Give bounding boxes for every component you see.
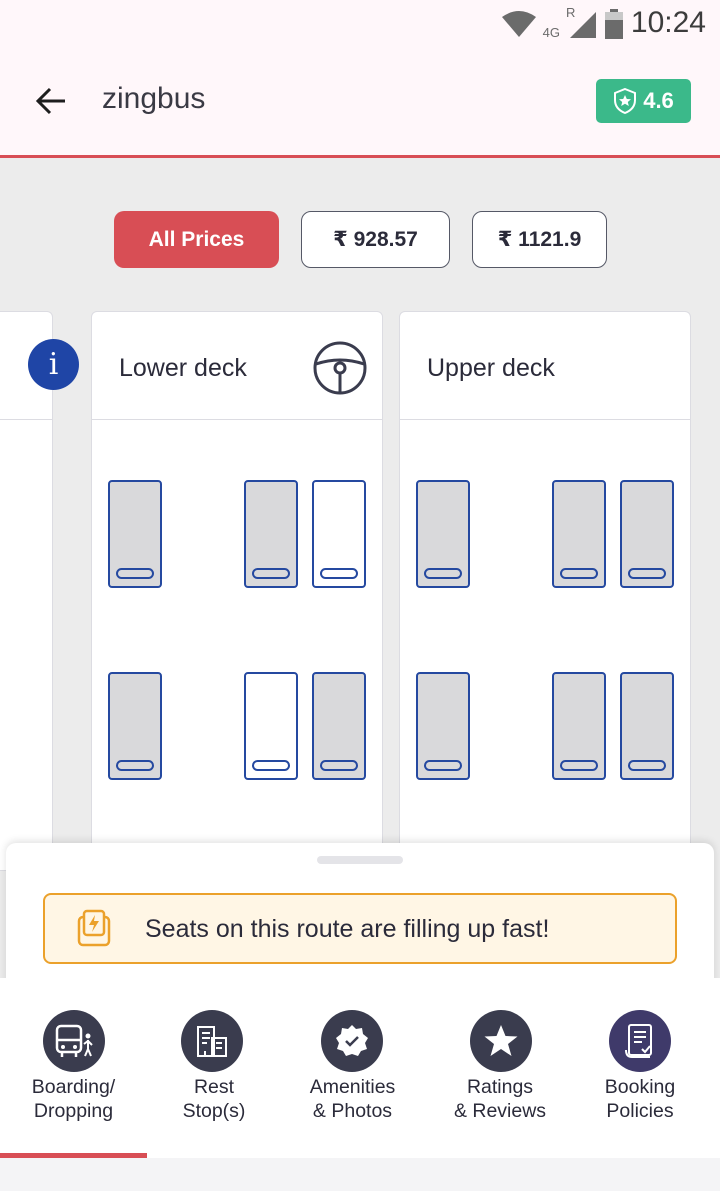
tab-ratings-label: Ratings & Reviews [453,1076,547,1122]
legend-panel [0,311,53,871]
flash-alert-icon [77,909,111,947]
berth-pillow [424,760,462,771]
badge-check-icon [321,1010,383,1072]
lower-berth-booked[interactable] [108,672,162,780]
battery-icon [605,9,623,39]
upper-berth-booked[interactable] [552,672,606,780]
lower-deck: Lower deck [91,311,383,871]
upper-deck-title: Upper deck [427,354,555,382]
berth-pillow [252,568,290,579]
lower-berth-available[interactable] [312,480,366,588]
tab-boarding-dropping[interactable]: Boarding/ Dropping [0,978,147,1158]
screen-bottom [0,1158,720,1191]
berth-pillow [628,760,666,771]
lower-berth-available[interactable] [244,672,298,780]
lower-berth-booked[interactable] [312,672,366,780]
star-icon [470,1010,532,1072]
sheet-drag-handle[interactable] [317,856,403,864]
info-tabs: Boarding/ Dropping Rest Stop(s) Amenitie… [0,978,720,1158]
clock: 10:24 [630,6,706,39]
berth-pillow [560,760,598,771]
upper-berth-booked[interactable] [620,480,674,588]
berth-pillow [116,760,154,771]
lower-berth-booked[interactable] [244,480,298,588]
tab-ratings-reviews[interactable]: Ratings & Reviews [424,978,576,1158]
policy-document-icon [609,1010,671,1072]
berth-pillow [628,568,666,579]
tab-booking-policies[interactable]: Booking Policies [576,978,704,1158]
lower-deck-title: Lower deck [119,354,247,382]
tab-boarding-label: Boarding/ Dropping [31,1076,116,1122]
tab-amenities[interactable]: Amenities & Photos [281,978,424,1158]
status-bar: 4G R 10:24 [0,0,720,48]
upper-berth-booked[interactable] [552,480,606,588]
rating-badge[interactable]: 4.6 [596,79,691,123]
lower-berth-booked[interactable] [108,480,162,588]
price-filters: All Prices ₹ 928.57 ₹ 1121.9 [0,211,720,269]
upper-berth-booked[interactable] [620,672,674,780]
filter-all-prices[interactable]: All Prices [114,211,279,268]
berth-pillow [116,568,154,579]
building-icon [181,1010,243,1072]
lower-deck-header: Lower deck [92,312,382,420]
info-button[interactable]: i [28,339,79,390]
berth-pillow [252,760,290,771]
tab-policies-label: Booking Policies [604,1076,676,1122]
upper-berth-booked[interactable] [416,672,470,780]
berth-pillow [320,568,358,579]
tab-rest-stops-label: Rest Stop(s) [182,1076,246,1122]
berth-pillow [560,568,598,579]
tab-amenities-label: Amenities & Photos [309,1076,396,1122]
filter-price-928[interactable]: ₹ 928.57 [301,211,450,268]
filling-fast-alert: Seats on this route are filling up fast! [43,893,677,964]
upper-berth-booked[interactable] [416,480,470,588]
bus-boarding-icon [43,1010,105,1072]
wifi-icon [501,11,536,37]
berth-pillow [424,568,462,579]
back-arrow-icon [35,87,65,115]
status-icons: 4G R [501,5,624,42]
berth-pillow [320,760,358,771]
upper-deck: Upper deck [399,311,691,871]
tab-rest-stops[interactable]: Rest Stop(s) [147,978,281,1158]
steering-wheel-icon [313,341,367,395]
filter-price-1121[interactable]: ₹ 1121.9 [472,211,607,268]
operator-name: zingbus [102,82,206,115]
shield-star-icon [614,88,637,114]
cellular-signal-icon: R [566,5,598,39]
app-bar: zingbus 4.6 [0,48,720,158]
alert-message: Seats on this route are filling up fast! [145,915,550,943]
upper-deck-header: Upper deck [400,312,690,420]
back-button[interactable] [28,78,74,124]
rating-value: 4.6 [643,88,674,113]
network-type-label: 4G [542,25,560,40]
